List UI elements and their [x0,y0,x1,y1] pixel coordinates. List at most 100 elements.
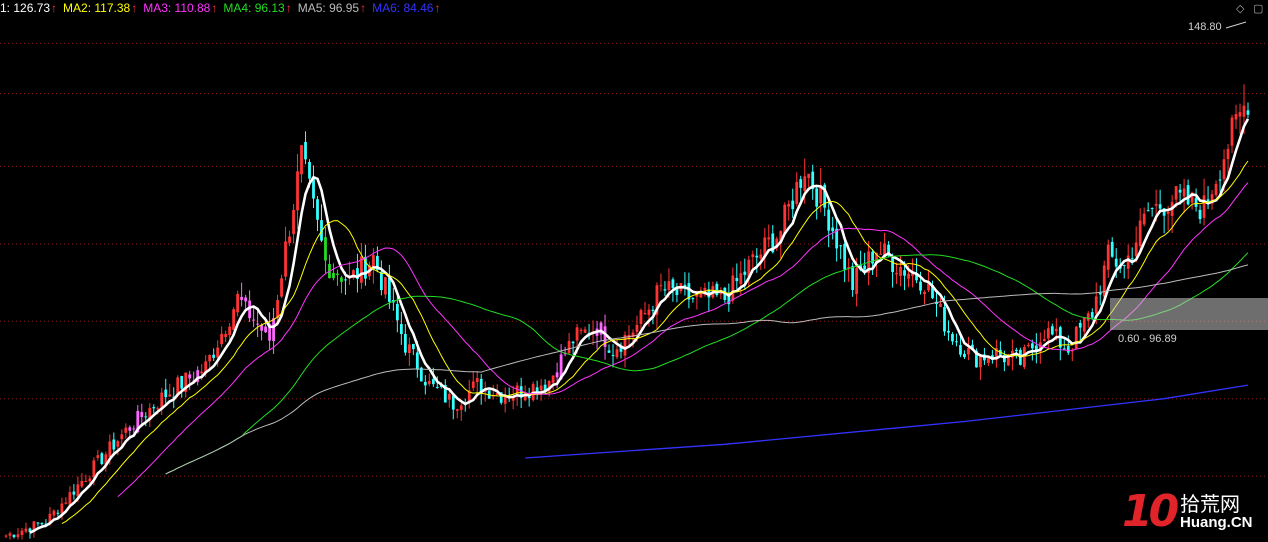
candle-body [387,277,391,302]
candle-body [88,478,92,482]
candle-body [92,460,96,478]
candle-body [1122,265,1126,267]
legend-label: MA4: 96.13 [223,1,285,15]
candle-body [951,333,954,342]
candle-body [523,396,527,401]
candle-body [1014,349,1018,352]
candle-body [939,303,942,307]
candle-body [943,307,946,332]
candle-body [1178,189,1182,193]
candle-body [144,416,148,418]
window-icon[interactable]: ▢ [1253,2,1263,15]
candle-body [8,533,12,536]
candle-body [407,344,411,354]
legend-label: MA5: 96.95 [297,1,360,15]
candle-body [571,341,575,344]
up-arrow-icon: ↑ [51,1,58,15]
ma-line-ma4 [165,252,1249,475]
diamond-icon[interactable]: ◇ [1236,2,1244,15]
candle-body [987,358,990,363]
candle-body [1054,328,1058,332]
candle-body [236,293,240,313]
candle-body [1110,241,1114,257]
candle-body [224,333,228,338]
candle-body [128,427,132,431]
candle-body [755,255,759,258]
candle-body [288,236,291,243]
candle-body [863,265,867,270]
candle-body [667,281,671,290]
candle-body [1222,159,1226,180]
legend-label: MA3: 110.88 [143,1,211,15]
candle-body [843,243,847,270]
candle-body [959,345,962,355]
candle-body [383,277,387,295]
candle-body [435,386,439,388]
candle-body [567,340,571,354]
candle-body [459,405,463,410]
candle-body [767,237,771,240]
candle-body [280,278,283,297]
candle-body [583,329,587,333]
candle-body [1242,105,1246,117]
candle-body [575,327,579,341]
up-arrow-icon: ↑ [360,1,367,15]
candle-body [188,374,192,379]
candle-body [611,355,615,357]
candle-body [216,347,220,358]
legend-label: 1: 126.73 [0,1,51,15]
candle-body [1106,244,1110,270]
candle-body [635,324,639,333]
range-highlight [1110,298,1268,330]
candle-body [1150,207,1154,209]
candle-body [815,188,819,207]
candle-body [220,333,224,345]
candle-body [112,439,116,450]
legend-item-5: MA6: 84.46↑ [372,1,440,15]
candle-body [1166,211,1170,214]
candle-body [955,341,958,343]
candle-body [116,441,120,447]
candle-body [124,427,128,433]
candle-body [743,271,747,275]
candle-body [212,354,216,358]
candle-body [1066,346,1070,353]
ma-line-ma3 [117,182,1249,498]
candle-body [447,393,451,400]
candle-body [1130,258,1134,260]
candle-body [751,254,755,257]
candle-body [1114,258,1118,267]
legend-item-3: MA4: 96.13↑ [223,1,291,15]
candle-body [52,510,56,516]
candle-body [715,283,719,296]
candle-body [80,480,84,487]
logo-number: 10 [1122,486,1179,537]
candle-body [304,141,307,160]
candle-body [963,353,966,357]
candle-body [40,523,44,525]
candle-body [579,329,583,331]
candle-body [1026,344,1030,346]
candle-body [244,297,248,302]
candle-body [471,381,475,388]
candle-body [292,209,295,235]
candle-body [691,298,695,300]
candle-body [807,173,811,179]
candle-body [1062,348,1066,350]
candle-body [1086,313,1090,321]
candle-body [759,254,763,259]
candle-body [1218,179,1222,181]
candle-body [851,266,855,290]
candle-body [475,378,479,383]
candle-body [232,309,236,331]
candle-body [72,491,76,495]
candle-body [1074,326,1078,349]
candle-body [787,203,791,207]
candle-body [791,200,795,210]
candle-body [284,241,287,277]
candle-body [827,209,831,231]
candle-body [1202,195,1206,218]
candle-body [539,385,543,391]
up-arrow-icon: ↑ [285,1,292,15]
candle-body [907,273,910,279]
